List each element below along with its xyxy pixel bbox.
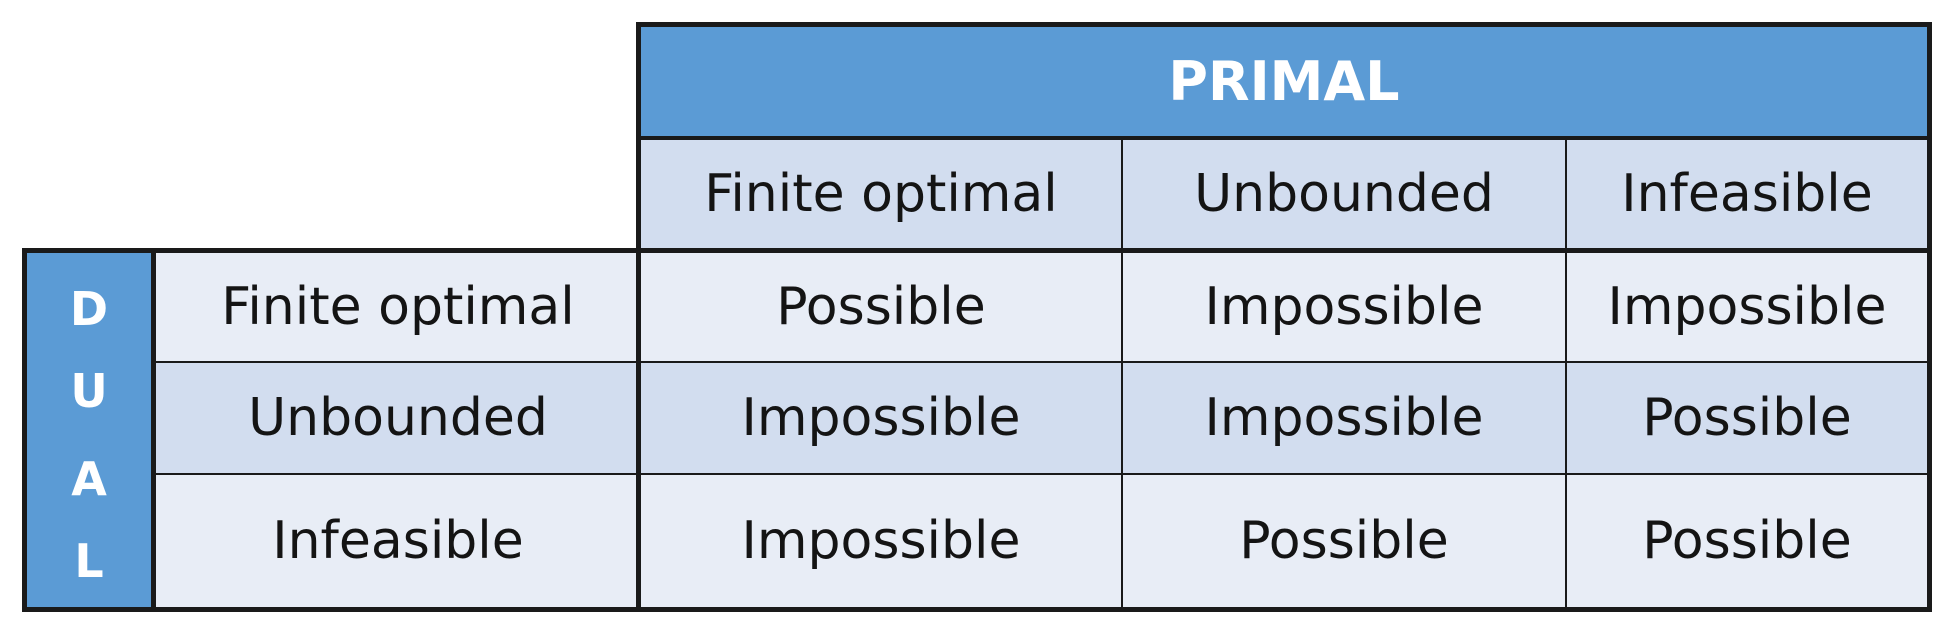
border-line	[151, 248, 156, 612]
table-cell: Impossible	[640, 362, 1122, 474]
table-cell: Impossible	[640, 474, 1122, 608]
column-header-unbounded: Unbounded	[1122, 140, 1566, 248]
border-line	[636, 22, 641, 612]
row-label-finite-optimal: Finite optimal	[156, 252, 640, 362]
border-line	[1121, 140, 1123, 608]
border-line	[1565, 140, 1567, 608]
border-line	[152, 473, 1932, 475]
border-line	[636, 136, 1932, 140]
table-cell: Possible	[1122, 474, 1566, 608]
primal-header-label: PRIMAL	[1168, 49, 1400, 113]
table-cell: Impossible	[1122, 362, 1566, 474]
table-cell: Impossible	[1566, 252, 1928, 362]
row-label-infeasible: Infeasible	[156, 474, 640, 608]
primal-header: PRIMAL	[640, 26, 1928, 136]
dual-letter-d: D	[69, 282, 109, 336]
table-cell: Possible	[1566, 474, 1928, 608]
border-line	[22, 248, 27, 612]
border-line	[1927, 22, 1932, 612]
table-cell: Possible	[1566, 362, 1928, 474]
border-line	[152, 361, 1932, 363]
column-header-finite-optimal: Finite optimal	[640, 140, 1122, 248]
row-label-unbounded: Unbounded	[156, 362, 640, 474]
border-line	[22, 607, 1932, 612]
column-header-infeasible: Infeasible	[1566, 140, 1928, 248]
border-line	[22, 248, 1932, 253]
table-cell: Impossible	[1122, 252, 1566, 362]
dual-letter-a: A	[71, 452, 107, 506]
dual-letter-l: L	[74, 534, 104, 588]
border-line	[636, 22, 1932, 27]
dual-letter-u: U	[70, 364, 108, 418]
table-cell: Possible	[640, 252, 1122, 362]
